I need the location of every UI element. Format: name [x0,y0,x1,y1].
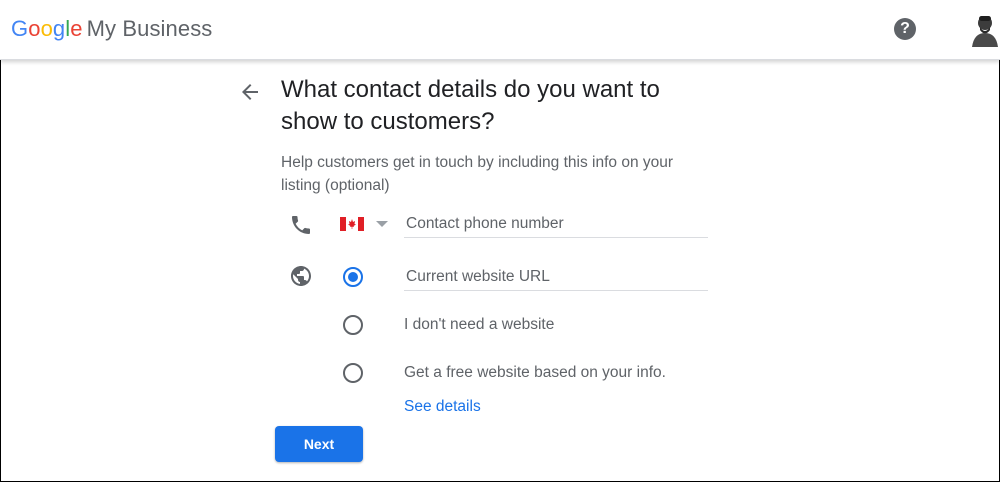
logo-letter: o [28,16,41,41]
chevron-down-icon [376,221,388,227]
website-url-input[interactable] [404,263,708,291]
google-my-business-logo[interactable]: Google My Business [11,16,212,42]
product-name: My Business [86,16,213,41]
phone-icon [289,213,313,237]
globe-icon [289,264,313,288]
page-title: What contact details do you want to show… [281,76,660,135]
logo-letter: e [70,16,83,41]
avatar[interactable] [970,13,1000,47]
logo-letter: G [11,16,29,41]
logo-letter: o [40,16,53,41]
no-website-label[interactable]: I don't need a website [404,316,554,334]
page-subtitle: Help customers get in touch by including… [281,154,674,194]
country-code-select[interactable] [340,214,392,234]
free-website-radio[interactable] [343,363,363,383]
no-website-radio[interactable] [343,315,363,335]
back-arrow-icon[interactable] [238,80,262,104]
free-website-label[interactable]: Get a free website based on your info. [404,364,666,382]
phone-number-input[interactable] [404,210,708,238]
window-frame [0,0,1000,482]
website-url-radio[interactable] [343,267,363,287]
help-icon[interactable]: ? [894,18,916,40]
see-details-link[interactable]: See details [404,398,481,416]
next-button[interactable]: Next [275,426,363,462]
logo-letter: g [52,16,66,41]
app-header: Google My Business ? [0,0,1000,60]
canada-flag-icon [340,217,364,231]
